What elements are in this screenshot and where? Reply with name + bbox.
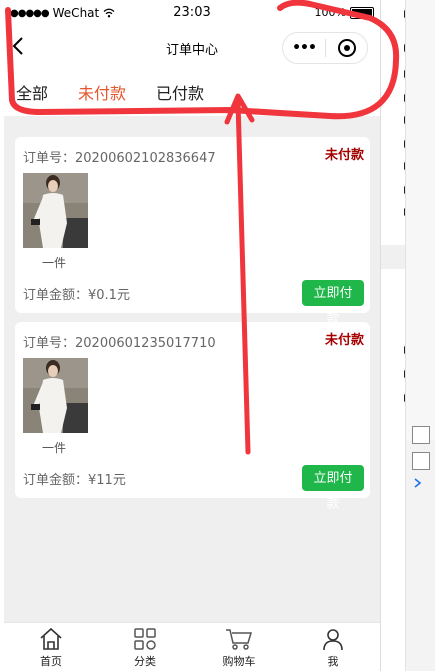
tabbar-label: 分类	[134, 655, 156, 668]
order-amount: 订单金额：¥0.1元	[23, 288, 130, 303]
more-button[interactable]: •••	[283, 33, 325, 63]
tabbar-item-cart[interactable]: 购物车	[192, 623, 286, 671]
cart-icon	[226, 629, 253, 650]
chevron-right-icon[interactable]	[414, 478, 422, 488]
product-image[interactable]	[23, 358, 88, 433]
status-right: 100%	[315, 6, 374, 19]
home-icon	[40, 627, 62, 650]
pay-now-button[interactable]: 立即付款	[302, 465, 364, 512]
product-image[interactable]	[23, 173, 88, 248]
more-dots-icon: •••	[292, 40, 317, 56]
user-icon	[323, 629, 343, 651]
order-number: 订单号：20200602102836647	[23, 151, 216, 166]
battery-icon	[350, 6, 374, 19]
order-card[interactable]: 订单号：20200601235017710 未付款 一件 订单金额：¥11元 立…	[15, 322, 370, 512]
battery-percent: 100%	[314, 6, 346, 19]
status-badge: 未付款	[324, 333, 364, 348]
play-icon[interactable]	[412, 452, 430, 470]
devtools-row-highlight	[381, 245, 405, 269]
devtools-scroll-area[interactable]	[405, 0, 435, 671]
order-amount: 订单金额：¥11元	[23, 473, 126, 488]
devtools-panel	[380, 0, 435, 671]
category-grid-icon	[134, 628, 156, 650]
tabbar-label: 我	[327, 655, 339, 668]
tabbar-item-me[interactable]: 我	[286, 623, 380, 671]
bottom-tab-bar: 首页 分类 购物车 我	[4, 622, 380, 671]
capsule-menu: •••	[282, 32, 368, 64]
tab-paid[interactable]: 已付款	[156, 80, 204, 104]
item-quantity: 一件	[42, 441, 67, 455]
tab-all[interactable]: 全部	[16, 80, 48, 104]
nav-bar: 订单中心 •••	[4, 28, 380, 68]
tabbar-item-home[interactable]: 首页	[4, 623, 98, 671]
tabbar-label: 首页	[40, 655, 62, 668]
phone-screen: ●●●●● WeChat 23:03 100% 订单中心 ••• 全部 未付款 …	[4, 0, 380, 671]
order-number: 订单号：20200601235017710	[23, 336, 216, 351]
pay-now-button[interactable]: 立即付款	[302, 280, 364, 327]
devtools-tree	[381, 0, 409, 430]
order-tabs: 全部 未付款 已付款	[4, 68, 380, 116]
status-bar: ●●●●● WeChat 23:03 100%	[4, 0, 380, 28]
scrollbar-thumb[interactable]	[406, 0, 435, 440]
item-quantity: 一件	[42, 256, 67, 270]
close-button[interactable]	[326, 39, 367, 57]
target-icon	[337, 39, 356, 57]
order-card[interactable]: 订单号：20200602102836647 未付款 一件 订单金额：¥0.1元 …	[15, 137, 370, 327]
tabbar-label: 购物车	[222, 655, 256, 668]
tab-unpaid[interactable]: 未付款	[78, 80, 126, 104]
inspect-icon[interactable]	[412, 426, 430, 444]
status-badge: 未付款	[324, 148, 364, 163]
tabbar-item-category[interactable]: 分类	[98, 623, 192, 671]
